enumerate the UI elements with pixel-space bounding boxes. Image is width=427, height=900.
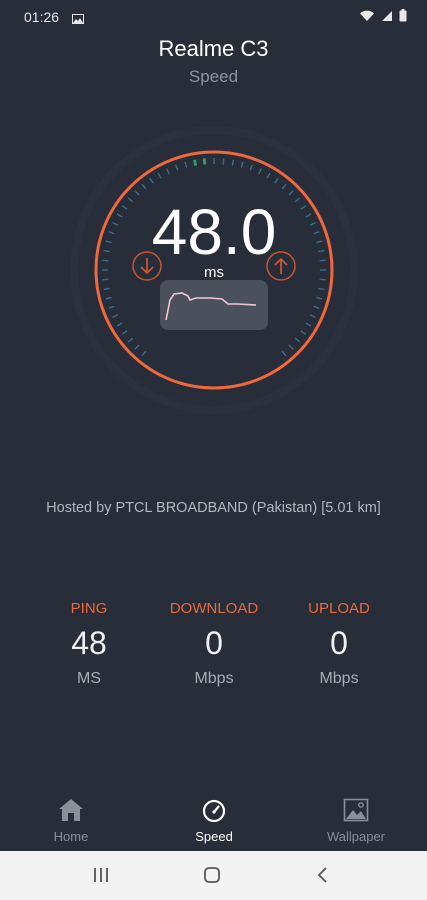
gauge-tick xyxy=(266,172,271,179)
gauge-tick xyxy=(141,350,147,357)
gauge-tick xyxy=(166,168,170,175)
speedometer-icon xyxy=(201,799,227,826)
gauge-tick xyxy=(149,177,154,184)
ping-value: 48 xyxy=(71,625,107,661)
gauge-tick xyxy=(300,330,307,335)
gauge-tick xyxy=(318,287,325,291)
back-icon[interactable] xyxy=(314,865,332,890)
gauge-tick xyxy=(231,159,235,166)
gauge-tick xyxy=(127,337,134,343)
status-time: 01:26 xyxy=(24,9,60,25)
gauge-tick xyxy=(281,350,287,357)
status-bar: 01:26 xyxy=(0,0,427,34)
upload-stat: UPLOAD 0 Mbps xyxy=(269,600,409,688)
gauge-tick xyxy=(281,183,287,190)
gauge-tick xyxy=(309,314,316,318)
gauge-tick xyxy=(274,177,279,184)
gauge-tick xyxy=(316,296,323,300)
speed-gauge: 48.0 ms xyxy=(64,120,364,420)
gauge-tick xyxy=(249,164,253,171)
gauge-tick xyxy=(141,183,147,190)
gauge-value: 48.0 xyxy=(151,196,277,268)
gauge-tick xyxy=(184,161,188,168)
download-stat: DOWNLOAD 0 Mbps xyxy=(144,600,284,688)
home-button-icon[interactable] xyxy=(202,865,222,890)
gauge-tick xyxy=(108,305,115,309)
gauge-tick xyxy=(240,161,244,168)
ping-graph xyxy=(160,280,268,330)
gauge-tick xyxy=(103,287,110,291)
gauge-tick xyxy=(112,314,119,318)
screen-subtitle: Speed xyxy=(188,67,239,86)
upload-label: UPLOAD xyxy=(308,600,370,617)
device-title: Realme C3 xyxy=(158,36,269,61)
gauge-tick xyxy=(116,322,123,327)
gauge-tick xyxy=(105,296,112,300)
server-info: Hosted by PTCL BROADBAND (Pakistan) [5.0… xyxy=(46,500,381,516)
gauge-tick xyxy=(305,322,312,327)
download-unit: Mbps xyxy=(194,670,234,687)
nav-wallpaper[interactable]: Wallpaper xyxy=(296,798,416,844)
status-icons xyxy=(359,9,407,27)
gauge-tick xyxy=(288,190,294,196)
gauge-needle-mark xyxy=(202,158,207,165)
upload-unit: Mbps xyxy=(319,670,359,687)
recent-apps-icon[interactable] xyxy=(92,865,110,890)
signal-icon xyxy=(381,9,393,27)
image-icon xyxy=(343,798,369,826)
ping-stat: PING 48 MS xyxy=(19,600,159,688)
download-label: DOWNLOAD xyxy=(169,600,259,617)
speed-screen: 01:26 Realme C3 Speed 48.0 ms Hosted by … xyxy=(0,0,427,900)
gauge-tick xyxy=(222,158,225,165)
nav-wallpaper-label: Wallpaper xyxy=(326,829,386,844)
download-value: 0 xyxy=(205,625,223,661)
gauge-tick xyxy=(288,344,294,350)
ping-label: PING xyxy=(70,600,108,617)
gauge-tick xyxy=(134,344,140,350)
system-nav-bar xyxy=(0,851,427,900)
gauge-needle-mark xyxy=(193,159,198,166)
gauge-tick xyxy=(175,164,179,171)
gauge-tick xyxy=(157,172,162,179)
gallery-notification-icon xyxy=(72,11,84,29)
gauge-tick xyxy=(121,330,128,335)
upload-value: 0 xyxy=(330,625,348,661)
nav-home[interactable]: Home xyxy=(11,798,131,844)
bottom-nav: Home Speed Wallpaper xyxy=(0,790,427,850)
battery-icon xyxy=(399,9,407,27)
home-icon xyxy=(58,799,84,826)
ping-unit: MS xyxy=(77,670,101,687)
gauge-tick xyxy=(258,168,262,175)
nav-home-label: Home xyxy=(53,829,89,844)
wifi-icon xyxy=(359,9,375,27)
gauge-unit: ms xyxy=(204,264,224,281)
nav-speed-label: Speed xyxy=(195,829,233,844)
gauge-tick xyxy=(134,190,140,196)
nav-speed[interactable]: Speed xyxy=(154,798,274,844)
gauge-tick xyxy=(294,337,301,343)
gauge-tick xyxy=(313,305,320,309)
